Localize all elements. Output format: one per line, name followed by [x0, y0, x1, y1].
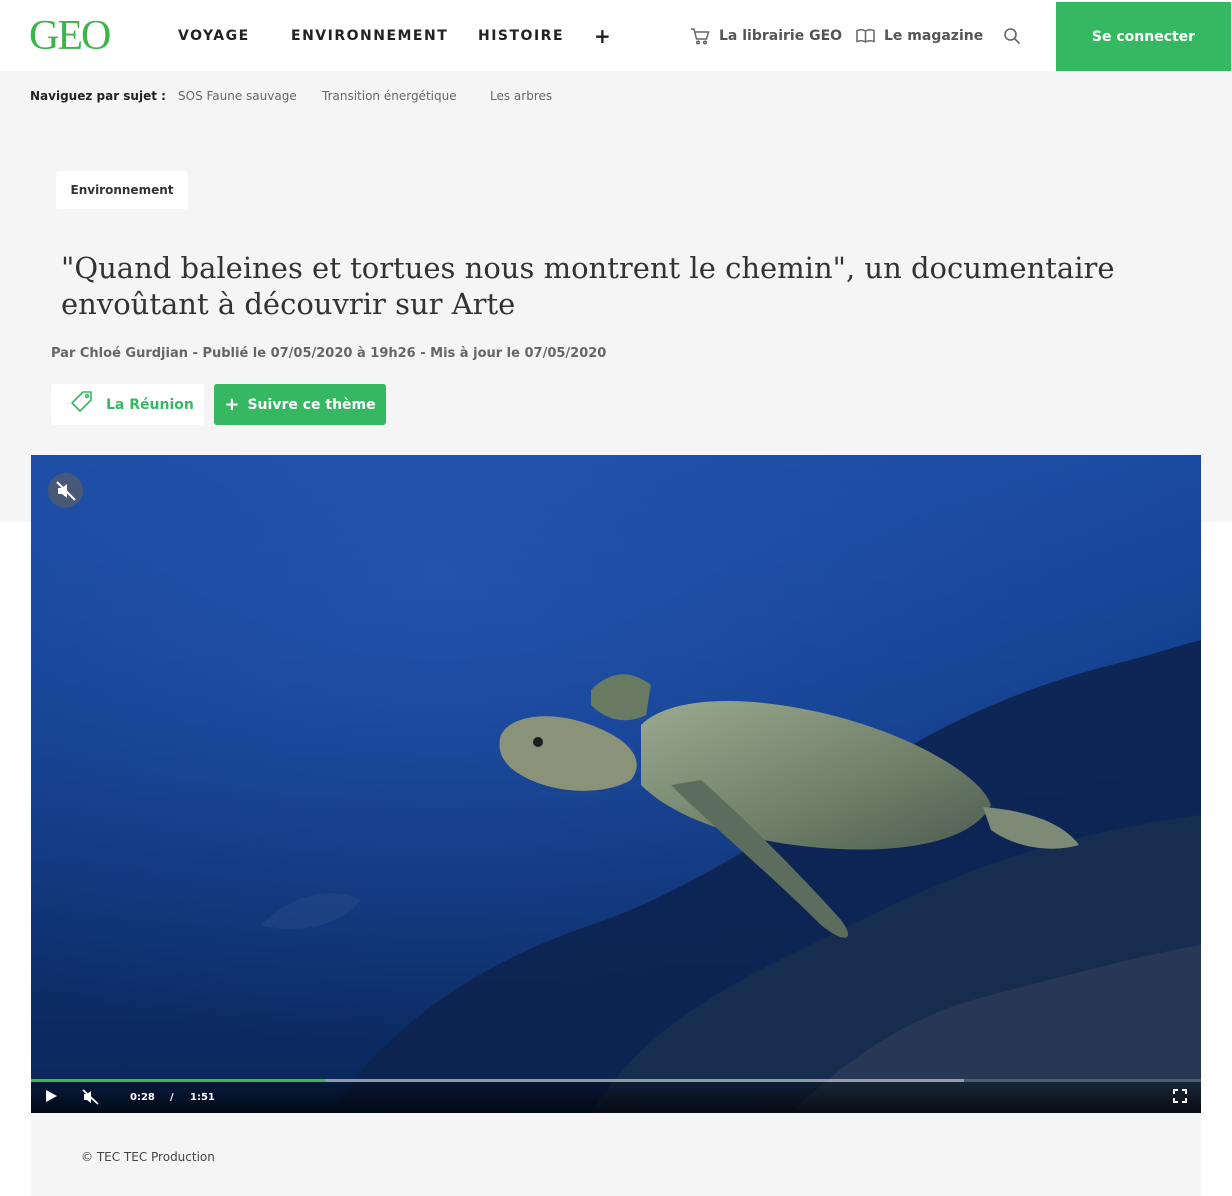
- shop-link-label: La librairie GEO: [719, 28, 843, 44]
- search-icon: [1004, 28, 1021, 45]
- magazine-link[interactable]: Le magazine: [856, 27, 983, 45]
- follow-theme-button[interactable]: + Suivre ce thème: [214, 384, 386, 425]
- tag-icon: [70, 390, 94, 419]
- magazine-link-label: Le magazine: [884, 28, 984, 44]
- tag-button[interactable]: La Réunion: [51, 384, 204, 425]
- video-progress-fill: [31, 1079, 326, 1082]
- fullscreen-icon: [1173, 1089, 1187, 1103]
- book-icon: [856, 28, 875, 44]
- subject-link-transition[interactable]: Transition énergétique: [322, 88, 457, 104]
- article-title: "Quand baleines et tortues nous montrent…: [61, 251, 1115, 321]
- login-button[interactable]: Se connecter: [1056, 2, 1231, 71]
- search-button[interactable]: [1003, 27, 1023, 47]
- video-player[interactable]: 0:28 / 1:51: [31, 455, 1201, 1113]
- duration: 1:51: [190, 1092, 215, 1103]
- video-frame-sea-turtle: [31, 455, 1201, 1113]
- video-credit: © TEC TEC Production: [81, 1150, 215, 1164]
- plus-icon: +: [224, 393, 240, 415]
- mute-button[interactable]: [82, 1089, 100, 1110]
- muted-speaker-icon: [55, 480, 76, 501]
- geo-logo[interactable]: GEO: [29, 13, 111, 59]
- play-icon: [46, 1090, 57, 1102]
- subject-link-sos-faune[interactable]: SOS Faune sauvage: [178, 88, 297, 104]
- fullscreen-button[interactable]: [1173, 1089, 1187, 1108]
- video-caption-box: © TEC TEC Production: [31, 1113, 1201, 1196]
- site-header: GEO VOYAGE ENVIRONNEMENT HISTOIRE + La l…: [0, 0, 1232, 71]
- subject-nav-label: Naviguez par sujet :: [30, 89, 166, 103]
- current-time: 0:28: [130, 1092, 155, 1103]
- follow-theme-label: Suivre ce thème: [247, 396, 376, 413]
- tag-label: La Réunion: [106, 396, 194, 413]
- nav-histoire[interactable]: HISTOIRE: [478, 27, 564, 45]
- time-separator: /: [170, 1092, 174, 1103]
- category-chip[interactable]: Environnement: [56, 171, 188, 209]
- muted-speaker-icon: [82, 1089, 99, 1105]
- video-progress-bar[interactable]: [31, 1079, 1201, 1082]
- subject-link-arbres[interactable]: Les arbres: [490, 88, 552, 104]
- nav-voyage[interactable]: VOYAGE: [178, 27, 250, 45]
- nav-more-button[interactable]: +: [594, 23, 611, 49]
- cart-icon: [690, 27, 710, 45]
- shop-link[interactable]: La librairie GEO: [690, 27, 842, 45]
- nav-environnement[interactable]: ENVIRONNEMENT: [291, 27, 448, 45]
- article-byline: Par Chloé Gurdjian - Publié le 07/05/202…: [51, 346, 607, 361]
- play-button[interactable]: [44, 1089, 58, 1108]
- mute-toggle-overlay[interactable]: [48, 473, 83, 508]
